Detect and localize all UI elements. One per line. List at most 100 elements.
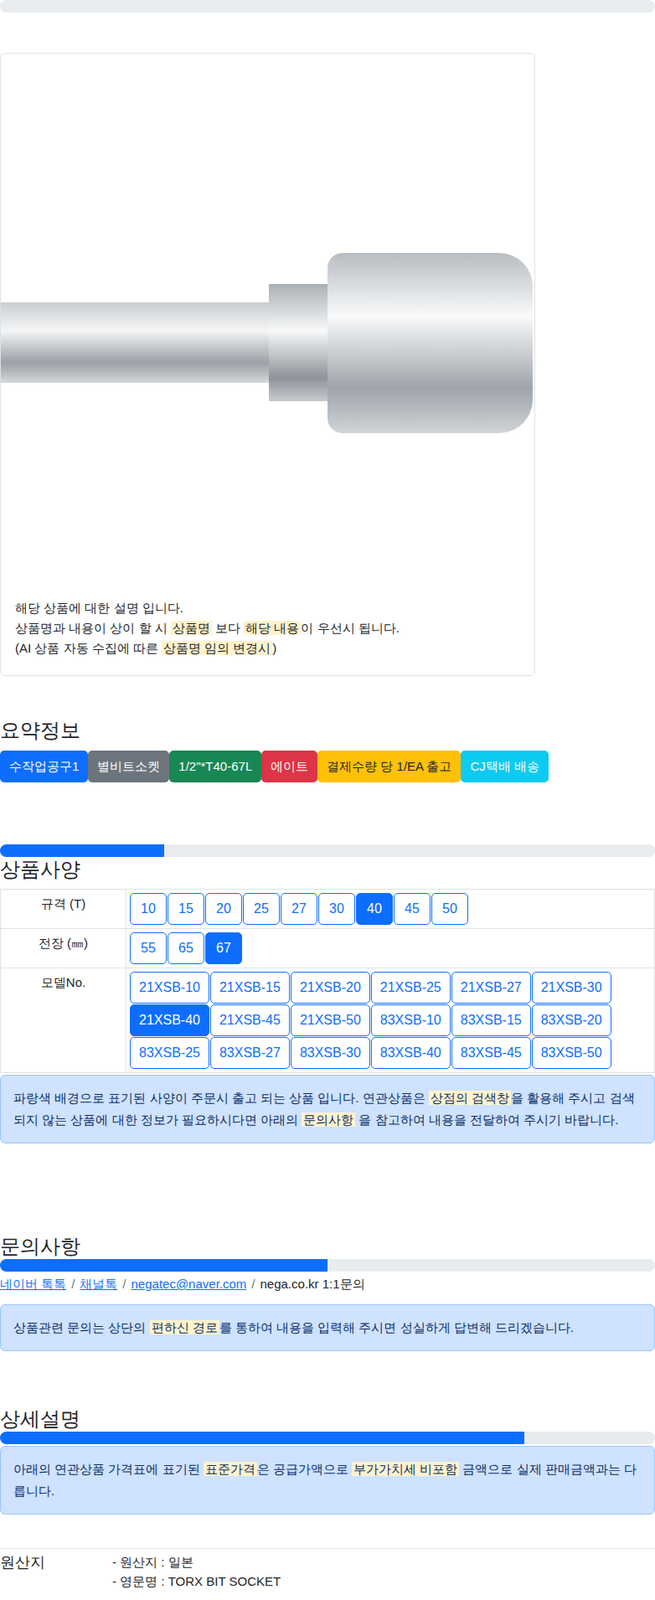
note-text: 해당 상품에 대한 설명 입니다. [15, 600, 184, 615]
option-button[interactable]: 83XSB-27 [210, 1036, 290, 1069]
option-button[interactable]: 21XSB-40 [129, 1004, 210, 1037]
option-button[interactable]: 83XSB-45 [451, 1036, 532, 1069]
detail-progress [0, 1431, 655, 1445]
note-line: (AI 상품 자동 수집에 따른 상품명 임의 변경시) [15, 638, 521, 659]
product-photo [0, 87, 535, 599]
product-card: 해당 상품에 대한 설명 입니다. 상품명과 내용이 상이 할 시 상품명 보다 … [0, 52, 536, 676]
option-button[interactable]: 83XSB-30 [290, 1036, 371, 1069]
separator: / [122, 1274, 126, 1294]
product-notes: 해당 상품에 대한 설명 입니다. 상품명과 내용이 상이 할 시 상품명 보다 … [0, 598, 535, 676]
specs-notice: 파랑색 배경으로 표기된 사양이 주문시 출고 되는 상품 입니다. 연관상품은… [0, 1074, 655, 1144]
tag: 결제수량 당 1/EA 출고 [317, 750, 461, 783]
option-button[interactable]: 21XSB-25 [371, 971, 451, 1004]
specs-row: 전장 (㎜)556567 [0, 928, 655, 969]
specs-label: 모델No. [0, 968, 127, 1073]
tag: 수작업공구1 [0, 750, 88, 783]
option-button[interactable]: 10 [129, 892, 167, 925]
notice-text: 파랑색 배경으로 표기된 사양이 주문시 출고 되는 상품 입니다. 연관상품은 [13, 1090, 429, 1105]
option-button[interactable]: 15 [167, 892, 205, 925]
origin-line: - 원산지 : 일본 [112, 1552, 281, 1572]
notice-text: 아래의 연관상품 가격표에 표기된 [13, 1461, 204, 1476]
origin-lines: - 원산지 : 일본- 영문명 : TORX BIT SOCKET [112, 1552, 281, 1591]
specs-heading: 상품사양 [0, 856, 655, 882]
note-text: 상품명 [170, 620, 212, 635]
option-button[interactable]: 55 [129, 932, 167, 965]
detail-heading: 상세설명 [0, 1406, 655, 1432]
inquiry-heading: 문의사항 [0, 1233, 655, 1259]
notice-text: 표준가격 [203, 1461, 258, 1476]
specs-options: 556567 [126, 928, 655, 968]
note-text: 보다 [211, 620, 244, 635]
inquiry-notice: 상품관련 문의는 상단의 편하신 경로를 통하여 내용을 입력해 주시면 성실하… [0, 1304, 655, 1352]
contact-link[interactable]: 네이버 톡톡 [0, 1274, 67, 1294]
detail-notice: 아래의 연관상품 가격표에 표기된 표준가격은 공급가액으로 부가가치세 비포함… [0, 1445, 655, 1515]
notice-text: 를 통하여 내용을 입력해 주시면 성실하게 답변해 드리겠습니다. [219, 1320, 574, 1335]
note-text: 상품명 임의 변경시 [161, 640, 273, 655]
tag: 에이트 [261, 750, 318, 783]
option-button[interactable]: 83XSB-40 [371, 1036, 451, 1069]
notice-text: 상품관련 문의는 상단의 [13, 1320, 150, 1335]
separator: / [251, 1274, 255, 1294]
origin-row: 원산지- 원산지 : 일본- 영문명 : TORX BIT SOCKET [0, 1547, 655, 1591]
option-button[interactable]: 45 [393, 892, 431, 925]
option-button[interactable]: 21XSB-10 [129, 971, 210, 1004]
option-button[interactable]: 20 [205, 892, 243, 925]
progress-fill [0, 844, 165, 857]
option-button[interactable]: 40 [355, 892, 393, 925]
note-text: 이 우선시 됩니다. [300, 620, 400, 635]
option-button[interactable]: 67 [205, 932, 243, 965]
option-button[interactable]: 50 [431, 892, 469, 925]
bit-shape [0, 302, 269, 383]
specs-row: 모델No.21XSB-1021XSB-1521XSB-2021XSB-2521X… [0, 968, 655, 1073]
neck-shape [268, 283, 328, 402]
socket-shape [327, 252, 533, 434]
top-bar [0, 0, 655, 13]
notice-text: 부가가치세 비포함 [351, 1461, 460, 1476]
option-button[interactable]: 30 [318, 892, 356, 925]
option-button[interactable]: 25 [242, 892, 280, 925]
specs-options: 101520252730404550 [126, 889, 655, 929]
separator: / [71, 1274, 75, 1294]
note-text: 상품명과 내용이 상이 할 시 [15, 620, 171, 635]
note-text: (AI 상품 자동 수집에 따른 [15, 640, 162, 655]
option-button[interactable]: 83XSB-15 [451, 1004, 532, 1037]
option-button[interactable]: 83XSB-10 [371, 1004, 451, 1037]
option-button[interactable]: 65 [167, 932, 205, 965]
specs-label: 규격 (T) [0, 889, 127, 929]
notice-text: 편하신 경로 [149, 1320, 220, 1335]
specs-progress [0, 844, 655, 857]
notice-text: 은 공급가액으로 [257, 1461, 352, 1476]
option-button[interactable]: 21XSB-45 [210, 1004, 290, 1037]
contact-link: nega.co.kr 1:1문의 [260, 1274, 366, 1294]
specs-options: 21XSB-1021XSB-1521XSB-2021XSB-2521XSB-27… [126, 968, 655, 1073]
option-button[interactable]: 21XSB-50 [290, 1004, 371, 1037]
note-text: ) [272, 640, 277, 655]
summary-heading: 요약정보 [0, 717, 655, 743]
notice-text: 상점의 검색창 [428, 1090, 511, 1105]
specs-row: 규격 (T)101520252730404550 [0, 889, 655, 929]
origin-line: - 영문명 : TORX BIT SOCKET [112, 1571, 281, 1591]
option-button[interactable]: 83XSB-50 [531, 1036, 612, 1069]
option-button[interactable]: 83XSB-20 [531, 1004, 612, 1037]
note-line: 상품명과 내용이 상이 할 시 상품명 보다 해당 내용이 우선시 됩니다. [15, 618, 521, 639]
contact-link[interactable]: 채널톡 [79, 1274, 118, 1294]
contact-link[interactable]: negatec@naver.com [131, 1274, 248, 1294]
tag: 1/2"*T40-67L [169, 750, 262, 783]
origin-label: 원산지 [0, 1552, 113, 1591]
option-button[interactable]: 83XSB-25 [129, 1036, 210, 1069]
specs-table: 규격 (T)101520252730404550전장 (㎜)556567모델No… [0, 888, 655, 1073]
note-line: 해당 상품에 대한 설명 입니다. [15, 598, 521, 619]
option-button[interactable]: 27 [280, 892, 318, 925]
option-button[interactable]: 21XSB-15 [210, 971, 290, 1004]
summary-tags: 수작업공구1별비트소켓1/2"*T40-67L에이트결제수량 당 1/EA 출고… [0, 750, 655, 783]
option-button[interactable]: 21XSB-30 [531, 971, 612, 1004]
progress-fill [0, 1258, 328, 1272]
notice-text: 문의사항 [301, 1112, 356, 1127]
tag: 별비트소켓 [87, 750, 170, 783]
tag: CJ택배 배송 [460, 750, 549, 783]
product-page: 해당 상품에 대한 설명 입니다. 상품명과 내용이 상이 할 시 상품명 보다 … [0, 0, 655, 1599]
progress-fill [0, 1431, 525, 1445]
option-button[interactable]: 21XSB-20 [290, 971, 371, 1004]
option-button[interactable]: 21XSB-27 [451, 971, 532, 1004]
specs-label: 전장 (㎜) [0, 928, 127, 968]
